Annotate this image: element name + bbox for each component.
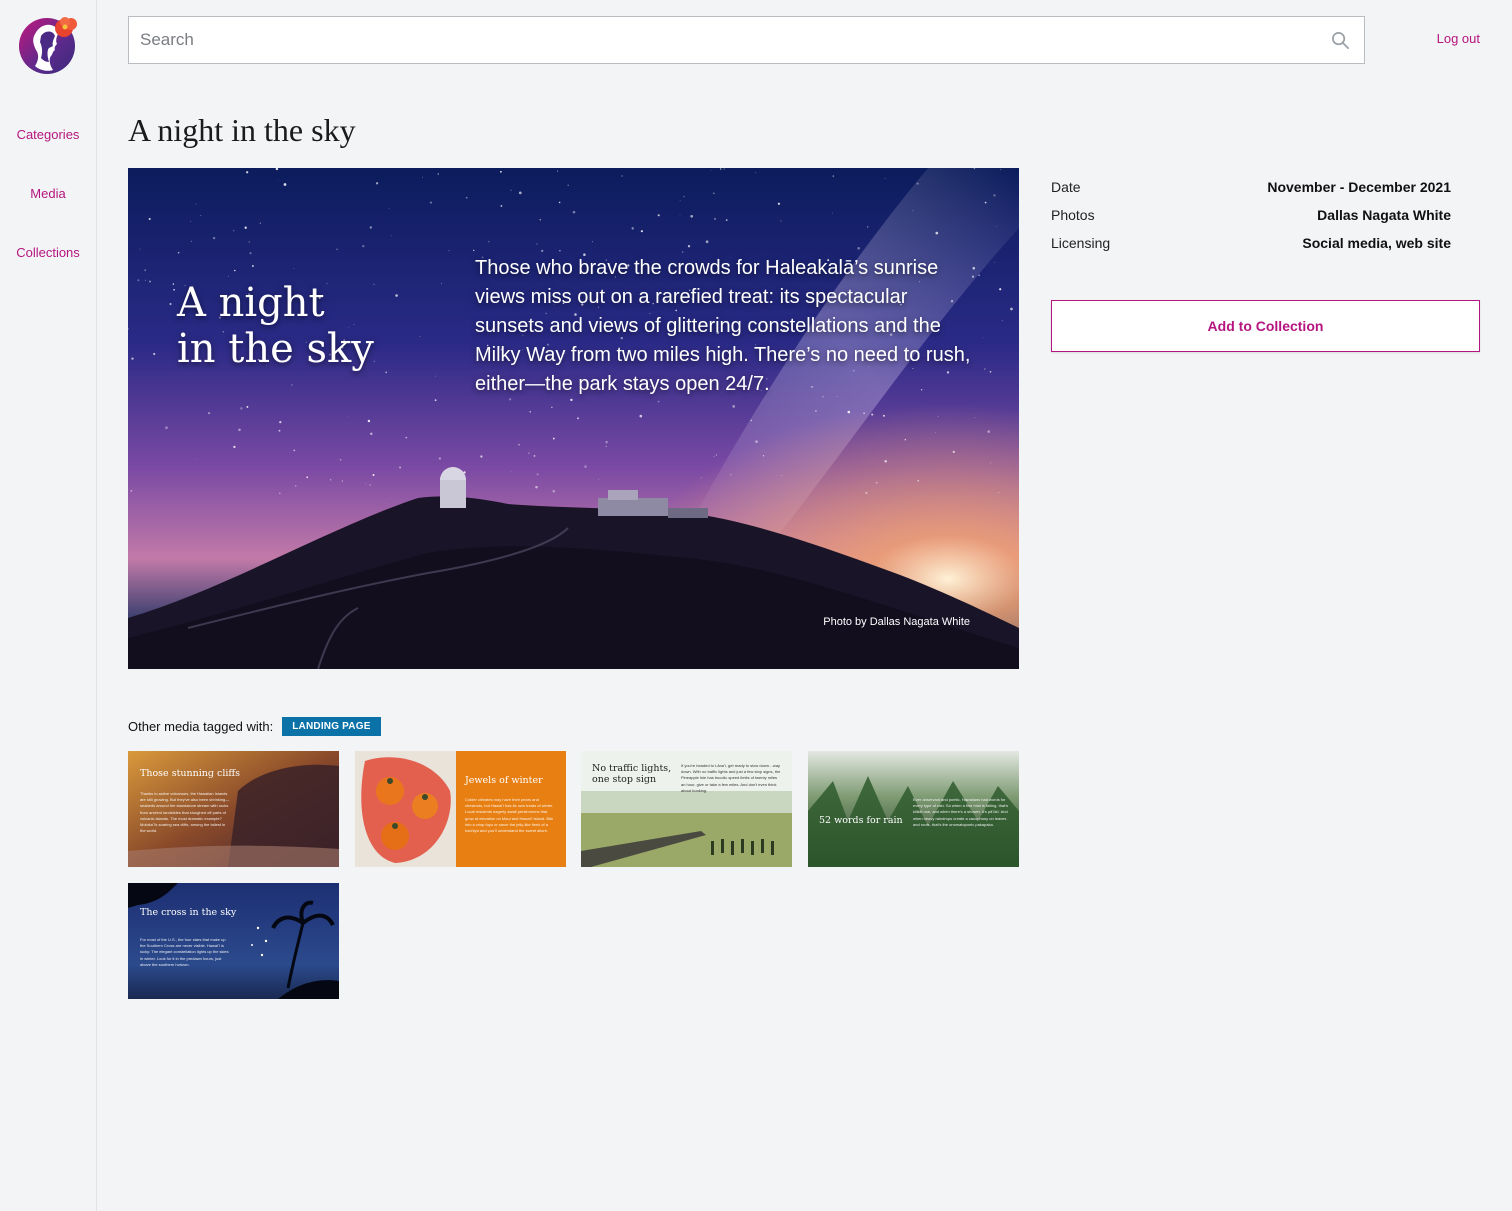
- hero-image: A night in the sky Those who brave the c…: [128, 168, 1019, 669]
- tagged-section: Other media tagged with: LANDING PAGE: [128, 717, 381, 736]
- media-thumbnail-cliffs[interactable]: Those stunning cliffs Thanks to active v…: [128, 751, 339, 867]
- sidebar-item-media[interactable]: Media: [0, 186, 96, 201]
- thumbnail-body: Ever observant and poetic, Hawaiians had…: [913, 797, 1009, 827]
- metadata-value: Dallas Nagata White: [1317, 207, 1451, 223]
- thumbnail-title: The cross in the sky: [140, 907, 237, 918]
- logout-link[interactable]: Log out: [1437, 31, 1480, 46]
- metadata-row-licensing: Licensing Social media, web site: [1051, 232, 1451, 260]
- media-thumbnail-lanai[interactable]: No traffic lights, one stop sign If you'…: [581, 751, 792, 867]
- metadata-row-date: Date November - December 2021: [1051, 176, 1451, 204]
- media-thumbnail-persimmons[interactable]: Jewels of winter Colder climates may hav…: [355, 751, 566, 867]
- thumbnail-title: Jewels of winter: [465, 775, 543, 786]
- thumbnail-title: 52 words for rain: [819, 815, 903, 826]
- thumbnail-body: If you're headed to Lānaʻi, get ready to…: [681, 763, 781, 793]
- metadata-label: Licensing: [1051, 235, 1111, 251]
- metadata-value: November - December 2021: [1267, 179, 1451, 195]
- sidebar-item-collections[interactable]: Collections: [0, 245, 96, 260]
- tagged-label: Other media tagged with:: [128, 719, 274, 734]
- metadata-label: Photos: [1051, 207, 1095, 223]
- media-thumbnail-rain[interactable]: 52 words for rain Ever observant and poe…: [808, 751, 1019, 867]
- media-thumbnail-southern-cross[interactable]: The cross in the sky For most of the U.S…: [128, 883, 339, 999]
- search-icon[interactable]: [1331, 31, 1350, 50]
- metadata-value: Social media, web site: [1302, 235, 1451, 251]
- metadata-row-photos: Photos Dallas Nagata White: [1051, 204, 1451, 232]
- thumbnail-body: Colder climates may have their pears and…: [465, 797, 554, 834]
- thumbnail-body: For most of the U.S., the four stars tha…: [140, 937, 229, 967]
- metadata-list: Date November - December 2021 Photos Dal…: [1051, 176, 1451, 260]
- hawaiian-airlines-logo-icon[interactable]: [19, 14, 79, 82]
- hero-text: Those who brave the crowds for Haleakalā…: [475, 257, 971, 395]
- search-input[interactable]: [129, 17, 1364, 63]
- add-to-collection-button[interactable]: Add to Collection: [1051, 300, 1480, 352]
- hero-title-line-2: in the sky: [177, 326, 374, 372]
- hero-title: A night in the sky: [177, 280, 437, 372]
- metadata-label: Date: [1051, 179, 1081, 195]
- tag-badge-landing-page[interactable]: LANDING PAGE: [282, 717, 381, 736]
- search-box: [128, 16, 1365, 64]
- sidebar: Categories Media Collections: [0, 0, 97, 1211]
- thumbnail-body: Thanks to active volcanoes, the Hawaiian…: [140, 791, 230, 834]
- sidebar-item-categories[interactable]: Categories: [0, 127, 96, 142]
- hero-background-illustration: [128, 168, 1019, 669]
- thumbnail-title: No traffic lights, one stop sign: [592, 763, 672, 785]
- hero-credit: Photo by Dallas Nagata White: [823, 616, 970, 628]
- hero-title-line-1: A night: [177, 280, 325, 326]
- thumbnail-title: Those stunning cliffs: [140, 768, 241, 779]
- page-title: A night in the sky: [128, 112, 356, 148]
